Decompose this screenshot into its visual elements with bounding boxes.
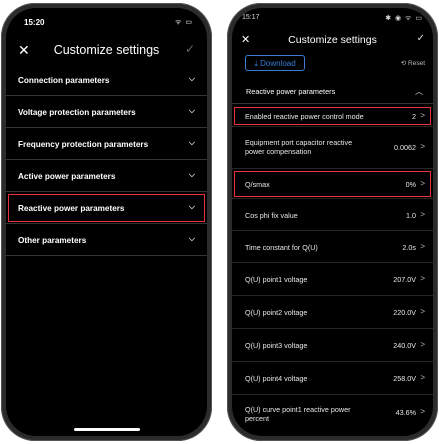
section-label: Reactive power parameters	[246, 87, 336, 96]
reactive-power-settings-list: Enabled reactive power control mode 2 > …	[232, 105, 433, 429]
status-bar: 15:20 ᯤ ▭	[6, 15, 207, 29]
status-icons: ✱ ◉ ᯤ ▭	[385, 15, 423, 22]
setting-value: 240.0V	[393, 341, 416, 350]
setting-row-qu-point4[interactable]: Q(U) point4 voltage 258.0V >	[232, 362, 433, 395]
setting-row-qu-curve-point1[interactable]: Q(U) curve point1 reactive power percent…	[232, 395, 433, 429]
status-icons: ᯤ ▭	[175, 19, 193, 26]
category-voltage-protection[interactable]: Voltage protection parameters ⌵	[6, 96, 207, 128]
chevron-down-icon: ⌵	[188, 74, 195, 83]
check-icon[interactable]: ✓	[417, 33, 425, 44]
setting-value: 43.6%	[395, 408, 416, 417]
setting-value: 1.0	[406, 211, 416, 220]
setting-label: Q(U) point4 voltage	[245, 374, 308, 383]
setting-label: Q(U) point3 voltage	[245, 341, 308, 350]
setting-value: 220.0V	[393, 308, 416, 317]
home-indicator[interactable]	[73, 428, 140, 431]
setting-row-control-mode[interactable]: Enabled reactive power control mode 2 >	[232, 105, 433, 127]
chevron-up-icon: ︿	[415, 87, 423, 96]
chevron-right-icon: >	[420, 373, 425, 382]
chevron-down-icon: ⌵	[188, 202, 195, 211]
chevron-right-icon: >	[420, 111, 425, 120]
setting-value: 2	[412, 112, 416, 121]
chevron-down-icon: ⌵	[188, 234, 195, 243]
reset-button[interactable]: ⟲ Reset	[401, 59, 425, 67]
chevron-right-icon: >	[420, 407, 425, 416]
category-label: Connection parameters	[18, 76, 110, 85]
download-button[interactable]: ⤓ Download	[245, 55, 305, 71]
category-other-parameters[interactable]: Other parameters ⌵	[6, 224, 207, 256]
section-reactive-power-header[interactable]: Reactive power parameters ︿	[232, 81, 433, 104]
page-title: Customize settings	[288, 34, 377, 46]
setting-row-time-constant[interactable]: Time constant for Q(U) 2.0s >	[232, 231, 433, 263]
status-time: 15:17	[242, 14, 260, 21]
setting-label: Equipment port capacitor reactive power …	[245, 138, 353, 156]
header: ✕ Customize settings ✓	[232, 30, 433, 50]
left-phone-frame: 15:20 ᯤ ▭ ✕ Customize settings ✓ Connect…	[1, 3, 212, 441]
setting-row-cos-phi[interactable]: Cos phi fix value 1.0 >	[232, 199, 433, 231]
chevron-right-icon: >	[420, 242, 425, 251]
chevron-right-icon: >	[420, 274, 425, 283]
status-time: 15:20	[24, 18, 45, 27]
check-icon[interactable]: ✓	[185, 42, 195, 56]
right-phone-frame: 15:17 ✱ ◉ ᯤ ▭ ✕ Customize settings ✓ ⤓ D…	[227, 3, 438, 441]
category-active-power[interactable]: Active power parameters ⌵	[6, 160, 207, 192]
category-frequency-protection[interactable]: Frequency protection parameters ⌵	[6, 128, 207, 160]
setting-label: Q(U) point1 voltage	[245, 275, 308, 284]
category-label: Active power parameters	[18, 172, 116, 181]
category-label: Voltage protection parameters	[18, 108, 136, 117]
category-label: Reactive power parameters	[18, 204, 125, 213]
chevron-down-icon: ⌵	[188, 106, 195, 115]
category-reactive-power[interactable]: Reactive power parameters ⌵	[6, 192, 207, 224]
right-phone-screen: 15:17 ✱ ◉ ᯤ ▭ ✕ Customize settings ✓ ⤓ D…	[232, 8, 433, 436]
page-title: Customize settings	[53, 43, 160, 57]
setting-row-qu-point1[interactable]: Q(U) point1 voltage 207.0V >	[232, 263, 433, 296]
chevron-down-icon: ⌵	[188, 170, 195, 179]
chevron-right-icon: >	[420, 179, 425, 188]
category-connection-parameters[interactable]: Connection parameters ⌵	[6, 64, 207, 96]
category-label: Frequency protection parameters	[18, 140, 149, 149]
setting-label: Q/smax	[245, 180, 270, 189]
setting-row-qsmax[interactable]: Q/smax 0% >	[232, 169, 433, 199]
setting-label: Q(U) point2 voltage	[245, 308, 308, 317]
setting-value: 0%	[405, 180, 416, 189]
setting-label: Cos phi fix value	[245, 211, 298, 220]
setting-label: Time constant for Q(U)	[245, 243, 318, 252]
chevron-right-icon: >	[420, 340, 425, 349]
chevron-right-icon: >	[420, 307, 425, 316]
chevron-right-icon: >	[420, 210, 425, 219]
setting-label: Q(U) curve point1 reactive power percent	[245, 405, 351, 423]
chevron-right-icon: >	[420, 142, 425, 151]
category-label: Other parameters	[18, 236, 87, 245]
setting-row-qu-point3[interactable]: Q(U) point3 voltage 240.0V >	[232, 329, 433, 362]
chevron-down-icon: ⌵	[188, 138, 195, 147]
setting-row-capacitor-compensation[interactable]: Equipment port capacitor reactive power …	[232, 127, 433, 169]
setting-value: 207.0V	[393, 275, 416, 284]
setting-row-qu-point2[interactable]: Q(U) point2 voltage 220.0V >	[232, 296, 433, 329]
settings-category-list: Connection parameters ⌵ Voltage protecti…	[6, 64, 207, 256]
setting-value: 258.0V	[393, 374, 416, 383]
setting-label: Enabled reactive power control mode	[245, 112, 364, 121]
setting-value: 2.0s	[402, 243, 416, 252]
setting-value: 0.0062	[394, 143, 416, 152]
left-phone-screen: 15:20 ᯤ ▭ ✕ Customize settings ✓ Connect…	[6, 8, 207, 436]
